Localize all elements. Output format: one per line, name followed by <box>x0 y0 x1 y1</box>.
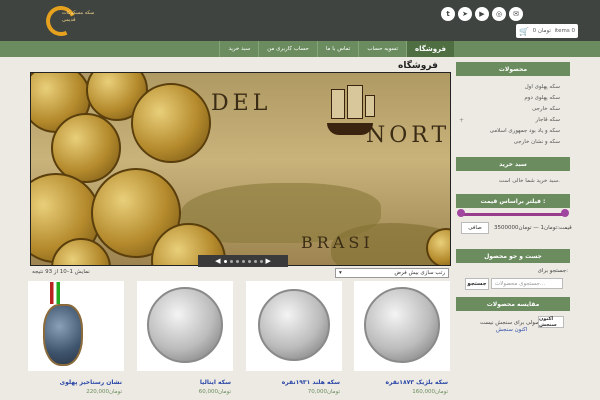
medal-ribbon <box>50 282 60 304</box>
sort-selected: رتب سازی بیش فرض <box>394 270 445 276</box>
product-card[interactable]: سکه ایتالیا 60,000تومان <box>137 281 233 400</box>
compare-empty-text: محصولی برای سنجش نیست <box>480 320 547 326</box>
telegram-icon[interactable]: ➤ <box>458 7 472 21</box>
product-price: 220,000تومان <box>86 389 122 395</box>
site-logo[interactable]: سکه مسکوکات قدیمی <box>41 1 94 41</box>
slider-next-icon[interactable]: ▶ <box>266 257 271 265</box>
search-input[interactable]: جستجوی محصولات... <box>491 278 563 289</box>
price-range-min-handle[interactable] <box>457 209 465 217</box>
sidebar-category-link[interactable]: سکه و یاد بود جمهوری اسلامی <box>460 128 560 134</box>
ship-illustration <box>321 83 377 143</box>
search-label: جستجو برای: <box>537 268 568 274</box>
medal-image <box>43 304 83 366</box>
sidebar-products-title: محصولات <box>456 62 570 76</box>
sidebar-filter-title: فیلتر براساس قیمت : <box>456 194 570 208</box>
social-links: t ➤ ▶ ◎ ✉ <box>441 7 523 21</box>
youtube-icon[interactable]: ▶ <box>475 7 489 21</box>
slider-map-word-1: DEL <box>211 91 272 116</box>
site-header: سکه مسکوکات قدیمی t ➤ ▶ ◎ ✉ 🛒 0 تومان items … <box>0 0 600 44</box>
sidebar-cart-box: سبد خرید <box>456 157 570 171</box>
chevron-down-icon: ▾ <box>339 270 342 276</box>
header-cart[interactable]: 🛒 0 تومان items 0 <box>516 24 578 38</box>
product-name[interactable]: نشان رستاخیز پهلوی <box>60 379 122 386</box>
instagram-icon[interactable]: ◎ <box>492 7 506 21</box>
slider-dot[interactable] <box>223 259 227 263</box>
nav-item[interactable]: تماس با ما <box>316 41 358 57</box>
sidebar-search-title: جست و جو محصول <box>456 249 570 263</box>
price-range-max-handle[interactable] <box>561 209 569 217</box>
sidebar-products-box: محصولات <box>456 62 570 76</box>
nav-item[interactable]: تسویه حساب <box>358 41 406 57</box>
slider-dot[interactable] <box>229 259 233 263</box>
slider-prev-icon[interactable]: ◀ <box>215 257 220 265</box>
product-card[interactable]: سکه هلند ۱۹۳۱نقره 70,000تومان <box>246 281 342 400</box>
product-image[interactable] <box>354 281 450 371</box>
result-count: نمایش 1–10 از 93 نتیجه <box>32 269 90 275</box>
logo-text-line-2: قدیمی <box>62 17 76 23</box>
product-image[interactable] <box>246 281 342 371</box>
main-nav: فروشگاه تسویه حساب تماس با ما حساب کاربری م… <box>164 41 454 57</box>
product-name[interactable]: سکه ایتالیا <box>200 379 231 386</box>
slider-dot[interactable] <box>259 259 263 263</box>
logo-text-line-1: سکه مسکوکات <box>62 10 95 16</box>
search-button[interactable]: جستجو <box>465 278 489 290</box>
sidebar-compare-title: مقایسه محصولات <box>456 297 570 311</box>
sidebar-category-link[interactable]: سکه خارجی <box>460 106 560 112</box>
price-range-track[interactable] <box>459 213 565 216</box>
filter-button[interactable]: صافی <box>461 222 489 234</box>
product-price: 70,000تومان <box>307 389 340 395</box>
slider-map-word-3: BRASI <box>301 233 374 252</box>
cart-icon: 🛒 <box>519 26 529 36</box>
sidebar-category-link[interactable]: سکه قاجار <box>460 117 560 123</box>
product-image[interactable] <box>137 281 233 371</box>
page-title: فروشگاه <box>398 61 438 71</box>
product-price: 60,000تومان <box>198 389 231 395</box>
price-range-text: قیمت:تومان1 — تومان3500000 <box>494 225 572 231</box>
sidebar-category-link[interactable]: سکه و نشان خارجی <box>460 139 560 145</box>
slider-pagination: ◀ ▶ <box>198 255 288 267</box>
nav-item[interactable]: سبد خرید <box>219 41 258 57</box>
sidebar-compare-box: مقایسه محصولات <box>456 297 570 311</box>
nav-item[interactable]: حساب کاربری من <box>258 41 317 57</box>
hero-slider[interactable]: DEL NORT BRASI <box>30 72 451 266</box>
nav-item[interactable]: فروشگاه <box>405 41 454 57</box>
sidebar-filter-box: فیلتر براساس قیمت : <box>456 194 570 208</box>
cart-items: items 0 <box>554 28 575 34</box>
product-card[interactable]: سکه بلژیک ۱۸۷۳نقره 160,000تومان <box>354 281 450 400</box>
product-name[interactable]: سکه هلند ۱۹۳۱نقره <box>282 379 340 386</box>
sidebar-category-link[interactable]: سکه پهلوی دوم <box>460 95 560 101</box>
sidebar-category-link[interactable]: سکه پهلوی اول <box>460 84 560 90</box>
expand-icon[interactable]: + <box>459 117 464 124</box>
empty-cart-text: سبد خرید شما خالی است. <box>498 178 560 184</box>
product-price: 160,000تومان <box>412 389 448 395</box>
compare-button[interactable]: اکنون سنجش <box>538 316 564 328</box>
sidebar-search-box: جست و جو محصول <box>456 249 570 263</box>
slider-map-word-2: NORT <box>366 123 451 148</box>
email-icon[interactable]: ✉ <box>509 7 523 21</box>
sidebar-cart-title: سبد خرید <box>456 157 570 171</box>
sort-select[interactable]: ▾ رتب سازی بیش فرض <box>335 268 449 278</box>
gold-coin <box>131 83 211 163</box>
slider-dot[interactable] <box>235 259 239 263</box>
logo-text: سکه مسکوکات قدیمی <box>62 10 102 24</box>
slider-dot[interactable] <box>247 259 251 263</box>
compare-link[interactable]: اکنون سنجش <box>496 327 527 333</box>
slider-dot[interactable] <box>253 259 257 263</box>
twitter-icon[interactable]: t <box>441 7 455 21</box>
slider-dot[interactable] <box>241 259 245 263</box>
product-name[interactable]: سکه بلژیک ۱۸۷۳نقره <box>385 379 448 386</box>
cart-price: 0 تومان <box>532 28 551 34</box>
